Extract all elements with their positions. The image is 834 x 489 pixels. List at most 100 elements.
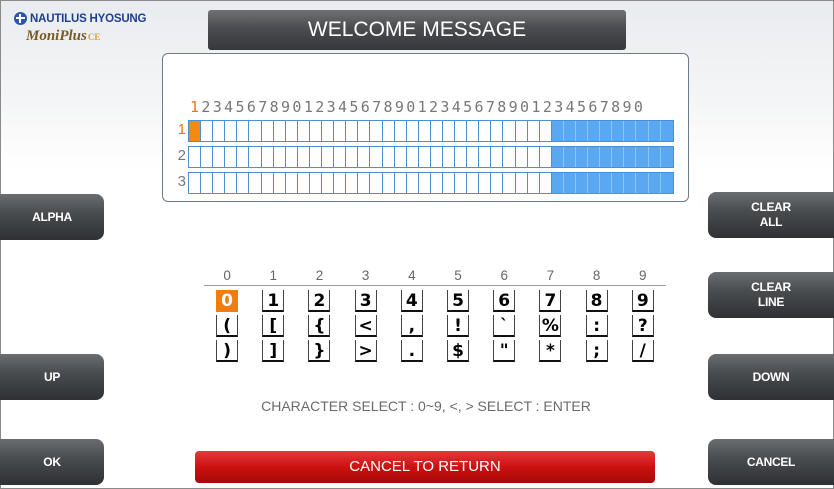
grid-cell[interactable]	[588, 173, 601, 193]
grid-cell[interactable]	[588, 121, 601, 141]
grid-cell[interactable]	[660, 121, 673, 141]
grid-cell[interactable]	[455, 121, 468, 141]
grid-cell[interactable]	[309, 121, 323, 141]
character-key[interactable]: `	[481, 315, 527, 337]
character-key[interactable]: "	[481, 340, 527, 362]
grid-cell[interactable]	[479, 147, 492, 167]
grid-cell[interactable]	[370, 147, 383, 167]
character-key[interactable]: 2	[296, 290, 342, 312]
grid-cell[interactable]	[636, 147, 649, 167]
grid-cell[interactable]	[576, 173, 589, 193]
grid-cell[interactable]	[406, 147, 419, 167]
grid-cell[interactable]	[346, 173, 359, 193]
grid-cell[interactable]	[515, 173, 528, 193]
grid-cell[interactable]	[430, 147, 443, 167]
grid-cell[interactable]	[309, 147, 323, 167]
clear-all-button[interactable]: CLEAR ALL	[708, 192, 834, 238]
grid-cell[interactable]	[551, 173, 564, 193]
grid-cell[interactable]	[370, 121, 383, 141]
grid-cell[interactable]	[624, 173, 637, 193]
grid-cell[interactable]	[382, 173, 395, 193]
ok-button[interactable]: OK	[0, 439, 104, 485]
character-key[interactable]: 0	[204, 290, 250, 312]
grid-cell[interactable]	[394, 121, 407, 141]
grid-cell[interactable]	[249, 147, 262, 167]
grid-cell[interactable]	[334, 173, 347, 193]
character-key[interactable]: $	[435, 340, 481, 362]
character-key[interactable]: 6	[481, 290, 527, 312]
character-key[interactable]: /	[620, 340, 666, 362]
character-key[interactable]: <	[343, 315, 389, 337]
grid-cell[interactable]	[527, 147, 540, 167]
grid-cell[interactable]	[297, 121, 310, 141]
grid-cell[interactable]	[418, 121, 431, 141]
grid-cell[interactable]	[442, 173, 456, 193]
character-key[interactable]: %	[527, 315, 573, 337]
grid-cell[interactable]	[624, 147, 637, 167]
grid-cell[interactable]	[225, 121, 238, 141]
character-key[interactable]: (	[204, 315, 250, 337]
grid-cell[interactable]	[382, 147, 395, 167]
grid-cell[interactable]	[624, 121, 637, 141]
grid-cell[interactable]	[297, 147, 310, 167]
grid-cell[interactable]	[539, 173, 552, 193]
grid-cell[interactable]	[213, 121, 226, 141]
grid-cell[interactable]	[285, 173, 298, 193]
character-key[interactable]: 8	[574, 290, 620, 312]
grid-cell[interactable]	[322, 173, 335, 193]
character-key[interactable]: .	[389, 340, 435, 362]
character-key[interactable]: {	[296, 315, 342, 337]
character-key[interactable]: 1	[250, 290, 296, 312]
grid-cell[interactable]	[382, 121, 395, 141]
grid-cell[interactable]	[491, 173, 504, 193]
character-key[interactable]: 5	[435, 290, 481, 312]
grid-cell[interactable]	[249, 121, 262, 141]
grid-cell[interactable]	[612, 147, 625, 167]
grid-cell[interactable]	[237, 173, 250, 193]
grid-cell[interactable]	[563, 147, 576, 167]
grid-cell[interactable]	[406, 121, 419, 141]
grid-cell[interactable]	[503, 121, 516, 141]
grid-cell[interactable]	[285, 147, 298, 167]
grid-cell[interactable]	[455, 173, 468, 193]
grid-cell[interactable]	[527, 121, 540, 141]
character-key[interactable]: :	[574, 315, 620, 337]
grid-cell[interactable]	[261, 173, 274, 193]
grid-cell[interactable]	[515, 147, 528, 167]
grid-cell[interactable]	[660, 147, 673, 167]
cancel-button[interactable]: CANCEL	[708, 439, 834, 485]
character-key[interactable]: }	[296, 340, 342, 362]
character-key[interactable]: ?	[620, 315, 666, 337]
grid-cell[interactable]	[213, 173, 226, 193]
grid-cell[interactable]	[648, 147, 661, 167]
grid-cell[interactable]	[430, 173, 443, 193]
grid-cell[interactable]	[467, 121, 480, 141]
grid-cell[interactable]	[563, 173, 576, 193]
grid-cell[interactable]	[261, 147, 274, 167]
grid-cell[interactable]	[491, 147, 504, 167]
grid-cell[interactable]	[539, 147, 552, 167]
grid-cell[interactable]	[394, 147, 407, 167]
grid-cell[interactable]	[418, 147, 431, 167]
grid-cell[interactable]	[189, 173, 202, 193]
grid-cell[interactable]	[406, 173, 419, 193]
character-key[interactable]: 4	[389, 290, 435, 312]
grid-cell[interactable]	[370, 173, 383, 193]
grid-cell[interactable]	[660, 173, 673, 193]
grid-cell[interactable]	[273, 173, 286, 193]
grid-cell[interactable]	[249, 173, 262, 193]
grid-cell[interactable]	[358, 147, 371, 167]
grid-cell[interactable]	[527, 173, 540, 193]
alpha-button[interactable]: ALPHA	[0, 194, 104, 240]
grid-cell[interactable]	[334, 121, 347, 141]
grid-cell[interactable]	[201, 121, 214, 141]
grid-cell[interactable]	[612, 173, 625, 193]
grid-cell[interactable]	[297, 173, 310, 193]
grid-cell[interactable]	[479, 173, 492, 193]
grid-cell[interactable]	[503, 173, 516, 193]
grid-cell[interactable]	[539, 121, 552, 141]
cancel-to-return-button[interactable]: CANCEL TO RETURN	[195, 451, 655, 483]
character-key[interactable]: [	[250, 315, 296, 337]
grid-cell[interactable]	[503, 147, 516, 167]
grid-cell[interactable]	[600, 173, 613, 193]
